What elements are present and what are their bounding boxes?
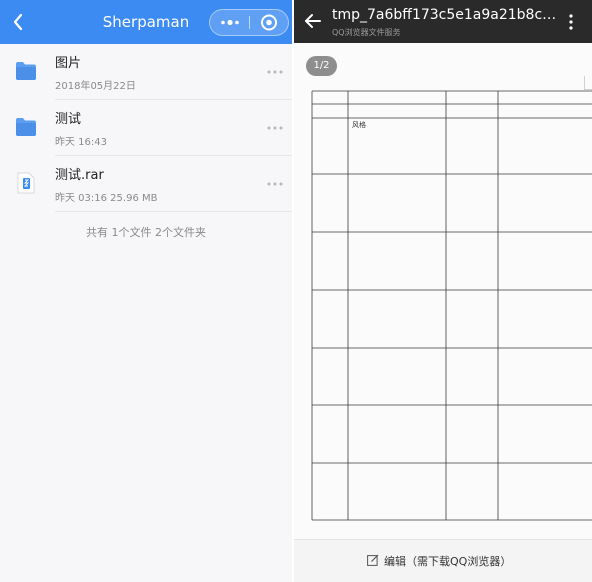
mini-program-header: Sherpaman: [0, 0, 292, 44]
back-button[interactable]: [8, 8, 30, 36]
viewer-footer: 编辑（需下载QQ浏览器）: [294, 539, 592, 582]
edit-button-label: 编辑（需下载QQ浏览器）: [384, 555, 512, 568]
folder-icon: [16, 118, 36, 136]
more-dots-icon: [267, 182, 283, 186]
row-divider: [55, 211, 292, 212]
file-date: 昨天 16:43: [55, 137, 107, 148]
close-button[interactable]: [250, 10, 288, 35]
document-table: [311, 90, 592, 521]
more-dots-icon: [267, 126, 283, 130]
document-subtitle: QQ浏览器文件服务: [332, 28, 401, 37]
chevron-left-icon: [13, 13, 23, 31]
file-summary: 共有 1个文件 2个文件夹: [86, 226, 206, 239]
file-viewer-panel: tmp_7a6bff173c5e1a9a21b8ce... QQ浏览器文件服务: [294, 0, 592, 582]
arrow-left-icon: [305, 14, 321, 28]
overflow-menu-button[interactable]: [566, 13, 576, 31]
file-date: 2018年05月22日: [55, 81, 136, 92]
row-more-button[interactable]: [264, 120, 286, 134]
edit-pencil-icon: [367, 554, 379, 566]
archive-file-icon: [17, 172, 35, 194]
file-row[interactable]: 测试 昨天 16:43: [0, 100, 292, 156]
more-dots-icon: [267, 70, 283, 74]
vertical-dots-icon: [569, 14, 573, 30]
file-name: 测试.rar: [55, 168, 104, 183]
more-dots-icon: [221, 19, 239, 26]
target-close-icon: [261, 14, 277, 31]
document-viewer[interactable]: 1/2 风格: [294, 43, 592, 539]
file-date-size: 昨天 03:16 25.96 MB: [55, 193, 158, 204]
browser-header: tmp_7a6bff173c5e1a9a21b8ce... QQ浏览器文件服务: [294, 0, 592, 43]
page-title: Sherpaman: [102, 13, 190, 31]
file-row[interactable]: 图片 2018年05月22日: [0, 44, 292, 100]
row-more-button[interactable]: [264, 64, 286, 78]
row-more-button[interactable]: [264, 176, 286, 190]
file-name: 测试: [55, 112, 82, 127]
document-title: tmp_7a6bff173c5e1a9a21b8ce...: [332, 7, 560, 23]
folder-icon: [16, 62, 36, 80]
edit-button[interactable]: 编辑（需下载QQ浏览器）: [367, 553, 527, 571]
page-indicator: 1/2: [306, 56, 337, 76]
capsule-menu: [209, 9, 289, 36]
more-button[interactable]: [210, 10, 249, 35]
file-row[interactable]: 测试.rar 昨天 03:16 25.96 MB: [0, 156, 292, 212]
file-name: 图片: [55, 56, 82, 71]
page-corner: [584, 76, 592, 90]
back-button[interactable]: [304, 12, 322, 30]
table-cell-text: 风格: [352, 121, 366, 129]
file-list-panel: Sherpaman 图片 2018年05月22日 测试 昨天 16:43 测试.…: [0, 0, 292, 582]
